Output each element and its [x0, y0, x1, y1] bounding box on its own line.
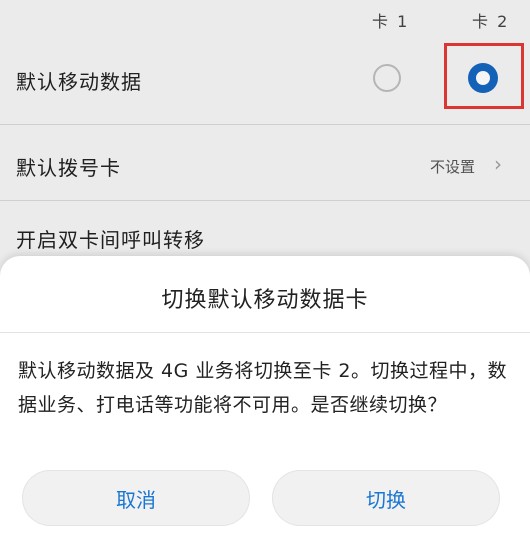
- dialog-message: 默认移动数据及 4G 业务将切换至卡 2。切换过程中，数据业务、打电话等功能将不…: [18, 360, 508, 416]
- cancel-button[interactable]: 取消: [22, 470, 250, 526]
- confirm-switch-button[interactable]: 切换: [272, 470, 500, 526]
- dialog-title: 切换默认移动数据卡: [161, 288, 369, 313]
- dialog-divider: [0, 332, 530, 333]
- switch-data-dialog: 切换默认移动数据卡 默认移动数据及 4G 业务将切换至卡 2。切换过程中，数据业…: [0, 256, 530, 536]
